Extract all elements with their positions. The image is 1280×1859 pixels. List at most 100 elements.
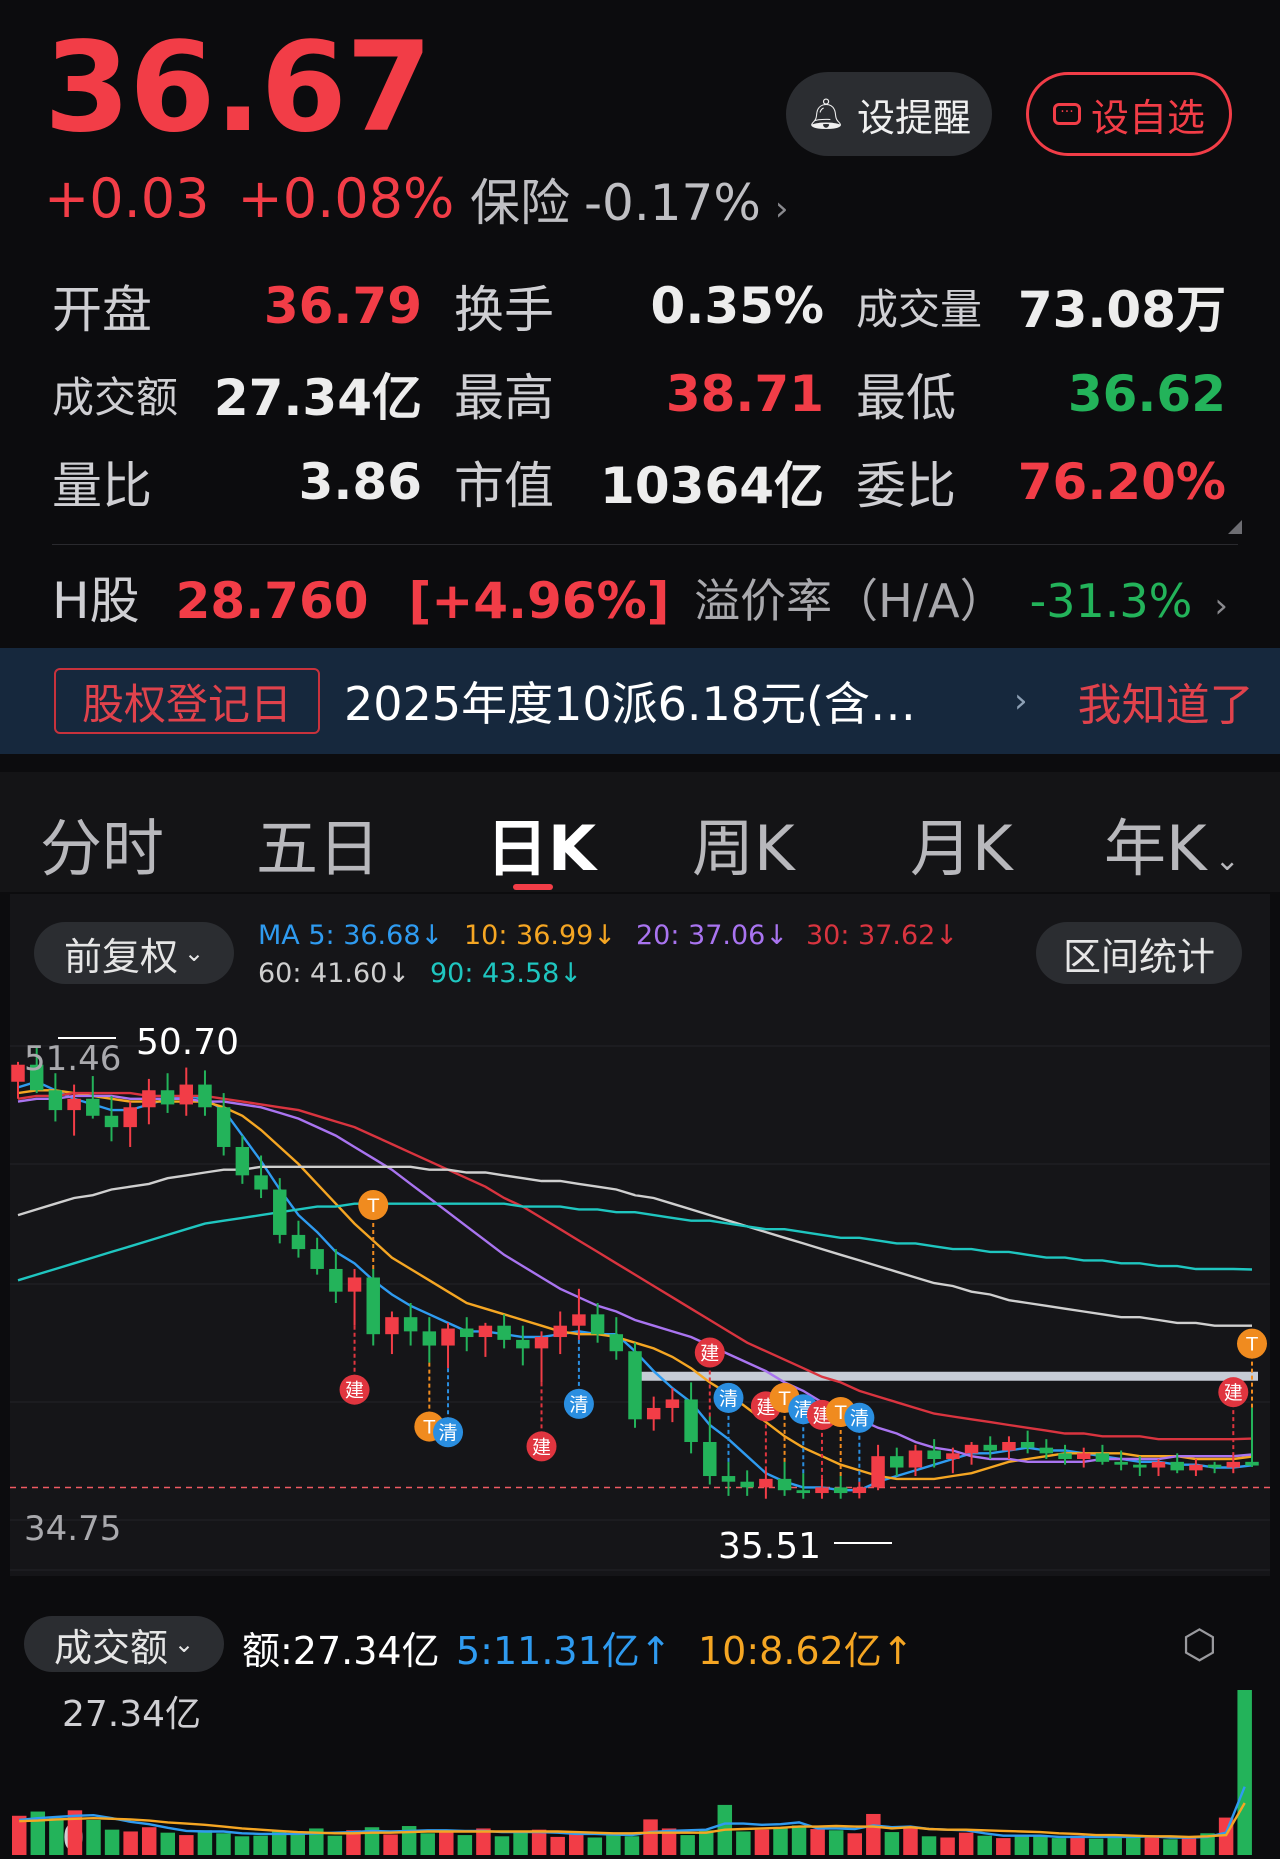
volume-bar (773, 1827, 788, 1855)
volume-bar (1181, 1838, 1197, 1855)
volume-amount: 额:27.34亿 (242, 1629, 440, 1673)
candle (179, 1067, 194, 1116)
candle-body (478, 1325, 493, 1338)
kline-chart[interactable]: T建T 清建清建清建 T清建 T 清建T 51.4634.7550.7035.5127.… (0, 0, 1280, 1859)
candle-body (235, 1146, 250, 1176)
candle-body (254, 1175, 268, 1190)
volume-bar (216, 1833, 231, 1855)
candle-body (534, 1337, 549, 1349)
candle (291, 1220, 306, 1258)
volume-bar (494, 1836, 510, 1855)
settings-hexagon-icon[interactable]: ⬡ (1182, 1622, 1217, 1668)
volume-bar (903, 1827, 918, 1855)
candle-body (273, 1189, 287, 1235)
volume-bar (327, 1835, 343, 1855)
signal-marker: 建 (526, 1382, 557, 1462)
volume-bar (866, 1813, 881, 1855)
candle-body (160, 1090, 175, 1105)
signal-marker: 建 (1218, 1377, 1249, 1457)
candle-body (927, 1450, 941, 1460)
volume-bar (940, 1837, 955, 1855)
volume-ma10: 10:8.62亿↑ (698, 1629, 914, 1673)
volume-indicator-label: 成交额 (53, 1625, 168, 1670)
candle (403, 1302, 418, 1346)
volume-bar (1033, 1836, 1048, 1855)
volume-bar (643, 1819, 658, 1855)
candle-body (86, 1098, 100, 1116)
candle-body (385, 1317, 399, 1335)
volume-bar (1051, 1838, 1067, 1855)
candle-body (553, 1325, 567, 1338)
candle-body (703, 1441, 717, 1477)
candle-body (310, 1249, 324, 1269)
volume-bar (179, 1835, 194, 1855)
candle (890, 1447, 904, 1477)
candle-body (908, 1450, 923, 1468)
volume-bar (253, 1835, 268, 1855)
volume-bar (606, 1833, 621, 1855)
candle (329, 1249, 343, 1303)
candle-body (983, 1444, 997, 1451)
volume-bar (996, 1838, 1011, 1855)
volume-bar (123, 1831, 138, 1855)
candle (721, 1461, 736, 1496)
signal-marker: T (358, 1189, 389, 1269)
candle-body (1095, 1453, 1110, 1462)
candle-body (721, 1476, 736, 1482)
candle (852, 1481, 867, 1499)
volume-bar (884, 1832, 900, 1855)
candle (160, 1073, 175, 1113)
volume-max-label: 27.34亿 (62, 1694, 201, 1735)
volume-bar (197, 1830, 213, 1855)
candle (441, 1322, 455, 1369)
candle-body (329, 1268, 343, 1292)
candle (497, 1314, 511, 1349)
volume-bar (141, 1827, 157, 1855)
candle-body (216, 1107, 231, 1147)
candle (777, 1461, 792, 1496)
candle (1020, 1430, 1035, 1454)
low-marker-value: 35.51 (718, 1526, 821, 1567)
candle-body (609, 1334, 624, 1352)
candle-body (142, 1090, 156, 1108)
candle-body (1189, 1464, 1203, 1471)
candle-body (871, 1456, 885, 1488)
candle-body (1170, 1461, 1184, 1471)
candle (273, 1178, 287, 1244)
candle (1207, 1461, 1222, 1474)
candle-body (459, 1328, 474, 1338)
candle (1002, 1436, 1016, 1460)
signal-text: 建 (700, 1342, 719, 1364)
trade-signals: T建T 清建清建清建 T清建 T 清建T (339, 1189, 1267, 1482)
candle-body (48, 1090, 63, 1111)
candle-body (646, 1407, 661, 1420)
candle (553, 1311, 567, 1355)
candle-body (441, 1328, 455, 1346)
volume-indicator-dropdown[interactable]: 成交额 ⌄ (24, 1616, 224, 1672)
volume-ma-lines (19, 1786, 1246, 1839)
moving-average-lines (17, 1080, 1253, 1492)
volume-bar (383, 1834, 398, 1855)
candle-body (590, 1314, 605, 1335)
volume-bar (104, 1829, 120, 1855)
candle (815, 1478, 829, 1499)
signal-text: 建 (345, 1380, 364, 1402)
volume-bar (550, 1836, 565, 1855)
candle (478, 1322, 493, 1357)
candle-body (422, 1331, 437, 1346)
candle (665, 1388, 680, 1423)
ma90-line (17, 1202, 1253, 1282)
signal-text: 清 (719, 1388, 738, 1410)
candle (871, 1444, 885, 1491)
resistance-line (629, 1371, 1258, 1381)
candle-body (759, 1478, 773, 1488)
volume-bar (290, 1833, 305, 1855)
candle (310, 1237, 324, 1275)
candle (534, 1331, 549, 1383)
volume-bar (587, 1837, 603, 1855)
volume-bar (569, 1834, 584, 1855)
volume-bar (754, 1829, 770, 1855)
signal-marker: 清 (433, 1368, 464, 1448)
high-marker-value: 50.70 (136, 1022, 239, 1063)
volume-bar (1088, 1838, 1104, 1855)
